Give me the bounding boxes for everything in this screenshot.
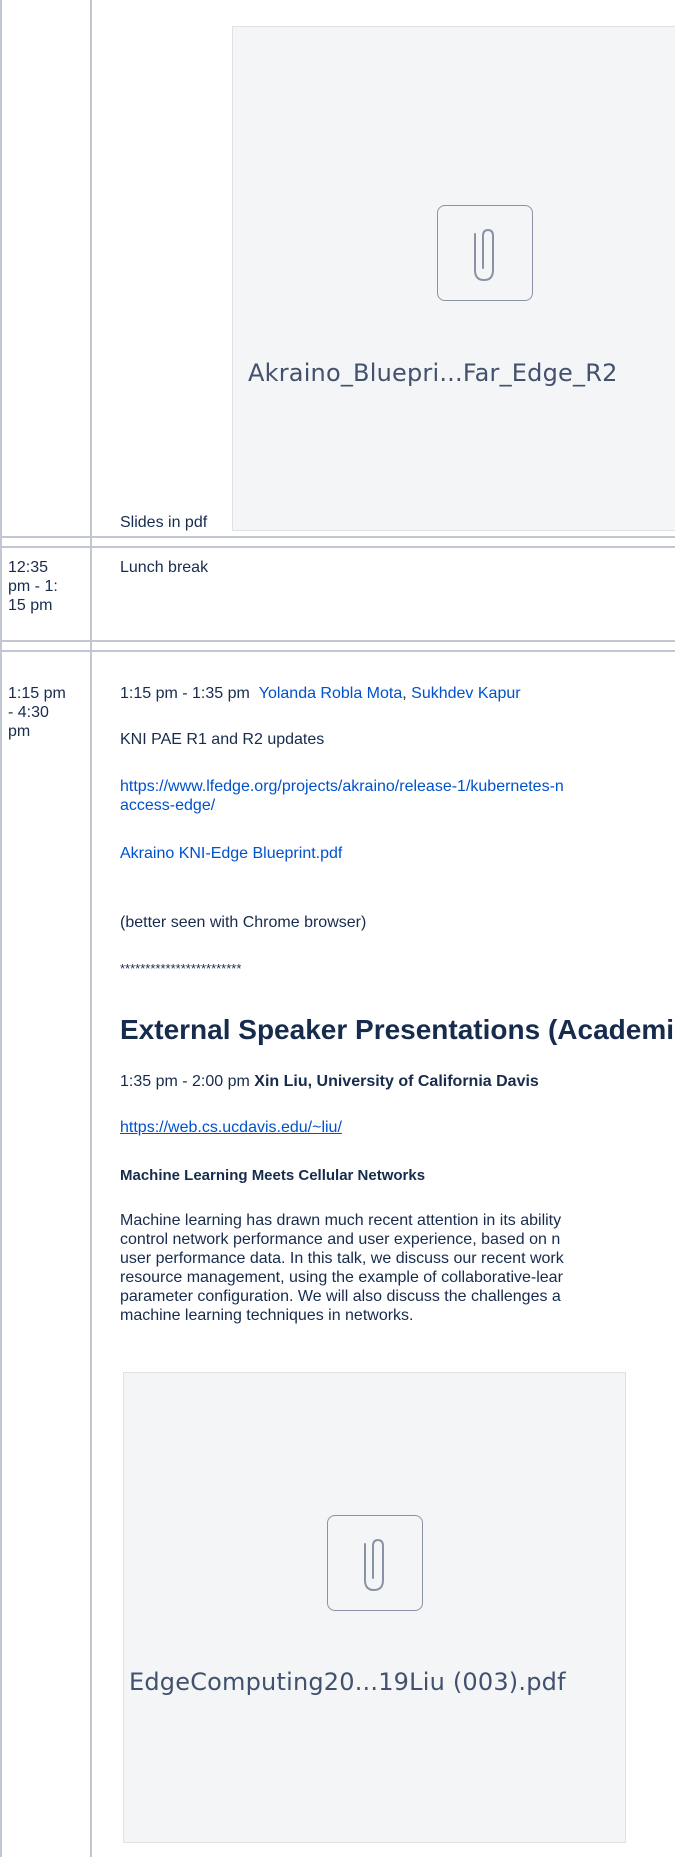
talk-line: 1:35 pm - 2:00 pm Xin Liu, University of… xyxy=(120,1072,539,1091)
ucdavis-url-link[interactable]: https://web.cs.ucdavis.edu/~liu/ xyxy=(120,1118,342,1137)
row-divider-1 xyxy=(0,536,675,538)
time-line: pm xyxy=(8,723,31,740)
row-divider-2 xyxy=(0,546,675,548)
session-line: 1:15 pm - 1:35 pm Yolanda Robla Mota, Su… xyxy=(120,684,521,703)
time-line: 15 pm xyxy=(8,597,53,614)
time-line: 1:15 pm xyxy=(8,685,66,702)
row-divider-4 xyxy=(0,650,675,652)
abstract-line: control network performance and user exp… xyxy=(120,1231,561,1248)
talk-abstract: Machine learning has drawn much recent a… xyxy=(120,1211,564,1325)
kni-edge-pdf-link[interactable]: Akraino KNI-Edge Blueprint.pdf xyxy=(120,844,342,863)
speaker-link-yolanda[interactable]: Yolanda Robla Mota xyxy=(259,685,403,702)
attachment-filename: Akraino_Bluepri...Far_Edge_R2 xyxy=(248,359,618,387)
abstract-line: user performance data. In this talk, we … xyxy=(120,1250,564,1267)
time-line: pm - 1: xyxy=(8,578,58,595)
attachment-preview-edgecomputing[interactable]: EdgeComputing20...19Liu (003).pdf xyxy=(123,1372,626,1843)
url-line[interactable]: https://www.lfedge.org/projects/akraino/… xyxy=(120,777,564,796)
paperclip-icon xyxy=(327,1515,423,1611)
time-cell-lunch: 12:35 pm - 1: 15 pm xyxy=(8,558,92,615)
abstract-line: machine learning techniques in networks. xyxy=(120,1307,414,1324)
attachment-preview-akraino-r2[interactable]: Akraino_Bluepri...Far_Edge_R2 xyxy=(232,26,675,531)
lunch-break-text: Lunch break xyxy=(120,559,209,576)
table-column-divider xyxy=(90,0,92,1857)
row-divider-3 xyxy=(0,640,675,642)
talk-time: 1:35 pm - 2:00 pm xyxy=(120,1073,250,1090)
attachment-filename: EdgeComputing20...19Liu (003).pdf xyxy=(129,1668,566,1696)
browser-note: (better seen with Chrome browser) xyxy=(120,914,367,931)
time-line: 12:35 xyxy=(8,559,49,576)
stars-divider: ************************ xyxy=(120,961,242,976)
paperclip-icon xyxy=(437,205,533,301)
speaker-separator: , xyxy=(402,685,407,702)
section-heading: External Speaker Presentations (Academi xyxy=(120,1014,675,1045)
abstract-line: Machine learning has drawn much recent a… xyxy=(120,1212,562,1229)
talk-title: Machine Learning Meets Cellular Networks xyxy=(120,1167,426,1184)
lfedge-url-link[interactable]: https://www.lfedge.org/projects/akraino/… xyxy=(120,777,564,815)
slides-caption: Slides in pdf xyxy=(120,514,208,531)
speaker-link-sukhdev[interactable]: Sukhdev Kapur xyxy=(411,685,520,702)
url-line[interactable]: access-edge/ xyxy=(120,796,564,815)
time-line: - 4:30 xyxy=(8,704,49,721)
talk-speaker: Xin Liu, University of California Davis xyxy=(254,1073,539,1090)
abstract-line: resource management, using the example o… xyxy=(120,1269,563,1286)
table-border-left xyxy=(0,0,2,1857)
time-cell-afternoon: 1:15 pm - 4:30 pm xyxy=(8,684,92,741)
session-topic: KNI PAE R1 and R2 updates xyxy=(120,731,325,748)
abstract-line: parameter configuration. We will also di… xyxy=(120,1288,561,1305)
session-time: 1:15 pm - 1:35 pm xyxy=(120,685,250,702)
